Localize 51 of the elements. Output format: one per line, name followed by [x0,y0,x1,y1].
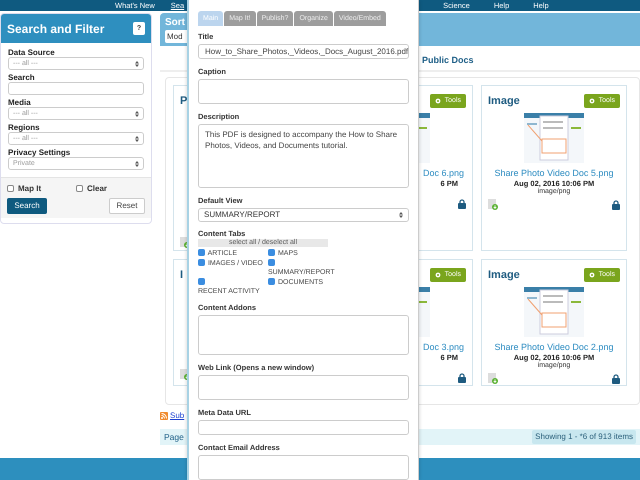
checkbox[interactable] [7,185,14,192]
subscribe-link[interactable]: Sub [170,410,184,422]
file-link[interactable]: Share Photo Video Doc 2.png [488,342,620,353]
gear-icon [434,98,441,104]
search-field[interactable] [8,82,144,95]
card-title: P [180,94,188,108]
checkbox[interactable] [76,185,83,192]
checkbox[interactable] [268,278,275,285]
field-label: Media [8,98,32,107]
download-icon [488,199,498,210]
card-title: Image [488,94,520,108]
updown-arrows-icon [135,111,139,117]
text-area[interactable] [198,375,409,400]
text-field[interactable] [198,420,409,435]
field-label: Regions [8,123,41,132]
checkbox[interactable] [198,259,205,266]
sort-label: Sort [165,17,185,28]
updown-arrows-icon [135,136,139,142]
text-area[interactable] [198,315,409,355]
thumbnail-drawing [524,113,584,163]
file-link[interactable]: Share Photo Video Doc 5.png [488,168,620,179]
checkbox[interactable] [268,249,275,256]
thumbnail-drawing [524,287,584,337]
search-button[interactable]: Search [7,198,47,214]
updown-arrows-icon [135,61,139,67]
updown-arrows-icon [135,161,139,167]
field-label: Data Source [8,48,56,57]
checkbox-label: Clear [87,184,108,193]
checkbox[interactable] [198,249,205,256]
reset-button[interactable]: Reset [109,198,145,214]
field-label: Search [8,73,36,82]
card-title: I [180,268,184,282]
gear-icon [434,272,441,278]
download-icon [488,373,498,384]
text-area[interactable]: This PDF is designed to accompany the How to Share Photos, Videos, and Documents tutorial. [198,124,409,188]
text-area[interactable] [198,79,409,104]
text-area[interactable] [198,455,409,480]
checkbox[interactable] [198,278,205,285]
field-label: Privacy Settings [8,148,72,157]
panel-title: Search and Filter [7,20,104,38]
checkbox[interactable] [268,259,275,266]
checkbox-label: Map It [18,184,42,193]
item-count: Showing 1 - *6 of 913 items [532,430,636,444]
card-title: Image [488,268,520,282]
text-field[interactable]: How_to_Share_Photos,_Videos,_Docs_August_2016.pdf [198,44,409,59]
gear-icon [588,98,595,104]
rss-icon [160,412,168,420]
gear-icon [588,272,595,278]
dropdown[interactable]: SUMMARY/REPORT [198,208,409,222]
updown-arrows-icon [399,212,403,218]
pager-label: Page [164,431,184,444]
